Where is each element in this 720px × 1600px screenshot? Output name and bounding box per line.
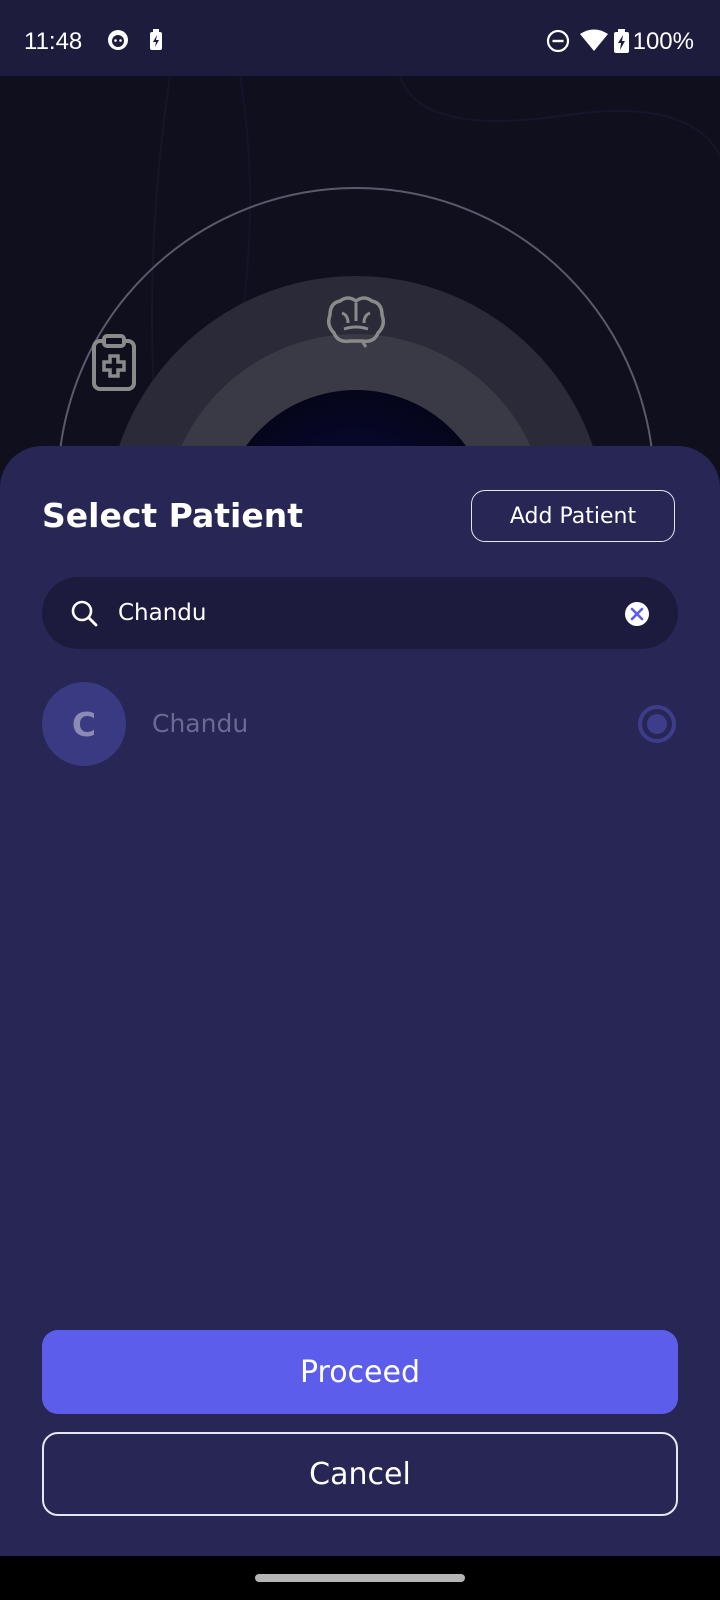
select-patient-sheet: Select Patient Add Patient C Chandu Proc… [0, 446, 720, 1556]
status-bar: 11:48 100% [0, 0, 720, 76]
search-bar[interactable] [42, 577, 678, 649]
clear-icon[interactable] [624, 601, 650, 631]
status-time: 11:48 [24, 28, 83, 55]
background-artwork [0, 75, 720, 785]
cancel-button[interactable]: Cancel [42, 1432, 678, 1516]
clipboard-medical-icon [91, 334, 137, 396]
patient-name: Chandu [152, 709, 249, 738]
proceed-button[interactable]: Proceed [42, 1330, 678, 1414]
battery-percent: 100% [632, 28, 694, 55]
navigation-bar [0, 1556, 720, 1600]
notification-app-icon [107, 29, 129, 55]
list-item[interactable]: C Chandu [42, 682, 678, 766]
add-patient-button[interactable]: Add Patient [471, 490, 675, 542]
search-input[interactable] [118, 593, 578, 633]
wifi-icon [580, 29, 608, 57]
search-icon [70, 599, 98, 631]
home-indicator[interactable] [255, 1574, 465, 1582]
avatar: C [42, 682, 126, 766]
sheet-title: Select Patient [42, 496, 303, 535]
battery-saver-icon [149, 29, 163, 55]
brain-icon [326, 295, 386, 353]
battery-charging-icon [614, 29, 629, 57]
do-not-disturb-icon [546, 29, 570, 57]
radio-selected-icon[interactable] [636, 703, 678, 745]
